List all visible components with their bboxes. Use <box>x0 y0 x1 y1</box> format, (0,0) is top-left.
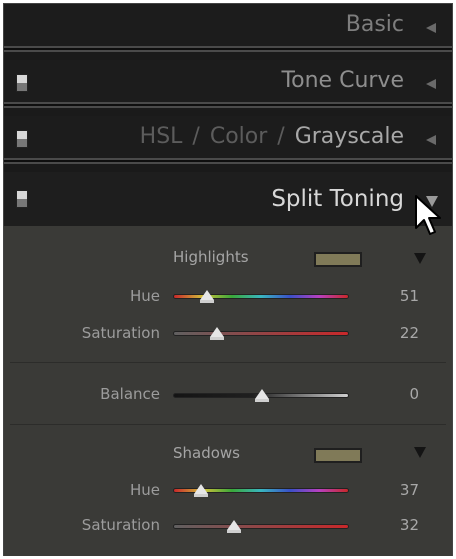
shadows-hue-value[interactable]: 37 <box>400 481 419 499</box>
shadows-color-swatch[interactable] <box>314 448 362 463</box>
panel-header-tone-curve[interactable]: Tone Curve <box>4 60 452 108</box>
balance-slider-thumb[interactable] <box>255 389 269 402</box>
tab-separator: / <box>192 124 200 149</box>
panel-divider <box>4 102 452 108</box>
tab-grayscale[interactable]: Grayscale <box>295 124 404 149</box>
shadows-hue-label: Hue <box>129 481 160 499</box>
panel-header-hsl[interactable]: HSL / Color / Grayscale <box>4 116 452 164</box>
panel-title-basic: Basic <box>345 12 404 37</box>
tab-color[interactable]: Color <box>210 124 267 149</box>
mouse-cursor-icon <box>415 195 441 235</box>
balance-label: Balance <box>100 385 160 403</box>
split-toning-body: Highlights Hue 51 Saturation 22 Balance … <box>4 226 452 556</box>
panel-toggle-switch[interactable] <box>16 74 28 92</box>
section-divider <box>10 424 446 425</box>
panel-header-split-toning[interactable]: Split Toning <box>4 172 452 226</box>
collapse-arrow-icon[interactable] <box>426 79 436 89</box>
panel-divider <box>4 46 452 52</box>
highlights-saturation-slider-thumb[interactable] <box>210 327 224 340</box>
highlights-saturation-label: Saturation <box>81 324 160 342</box>
panel-title-tone-curve: Tone Curve <box>281 68 404 93</box>
tab-separator: / <box>277 124 285 149</box>
highlights-saturation-slider[interactable] <box>173 331 349 336</box>
tab-hsl[interactable]: HSL <box>140 124 183 149</box>
panel-title-split-toning: Split Toning <box>271 186 404 212</box>
shadows-saturation-slider-thumb[interactable] <box>227 520 241 533</box>
shadows-picker-arrow-icon[interactable] <box>414 447 426 458</box>
highlights-label: Highlights <box>173 248 249 266</box>
develop-panels: Basic Tone Curve HSL / Color / Grayscale Spl… <box>3 3 453 556</box>
highlights-hue-value[interactable]: 51 <box>400 287 419 305</box>
section-divider <box>10 362 446 363</box>
panel-toggle-switch[interactable] <box>16 190 28 208</box>
shadows-saturation-slider[interactable] <box>173 524 349 529</box>
shadows-hue-slider-thumb[interactable] <box>194 484 208 497</box>
highlights-picker-arrow-icon[interactable] <box>414 253 426 264</box>
collapse-arrow-icon[interactable] <box>426 135 436 145</box>
panel-header-basic[interactable]: Basic <box>4 4 452 52</box>
shadows-saturation-label: Saturation <box>81 516 160 534</box>
panel-toggle-switch[interactable] <box>16 130 28 148</box>
highlights-hue-slider-thumb[interactable] <box>200 290 214 303</box>
highlights-color-swatch[interactable] <box>314 252 362 267</box>
shadows-label: Shadows <box>173 444 241 462</box>
panel-title-hsl: HSL / Color / Grayscale <box>140 124 404 149</box>
collapse-arrow-icon[interactable] <box>426 23 436 33</box>
balance-value[interactable]: 0 <box>409 385 419 403</box>
highlights-saturation-value[interactable]: 22 <box>400 324 419 342</box>
shadows-saturation-value[interactable]: 32 <box>400 516 419 534</box>
highlights-hue-label: Hue <box>129 287 160 305</box>
panel-divider <box>4 158 452 164</box>
